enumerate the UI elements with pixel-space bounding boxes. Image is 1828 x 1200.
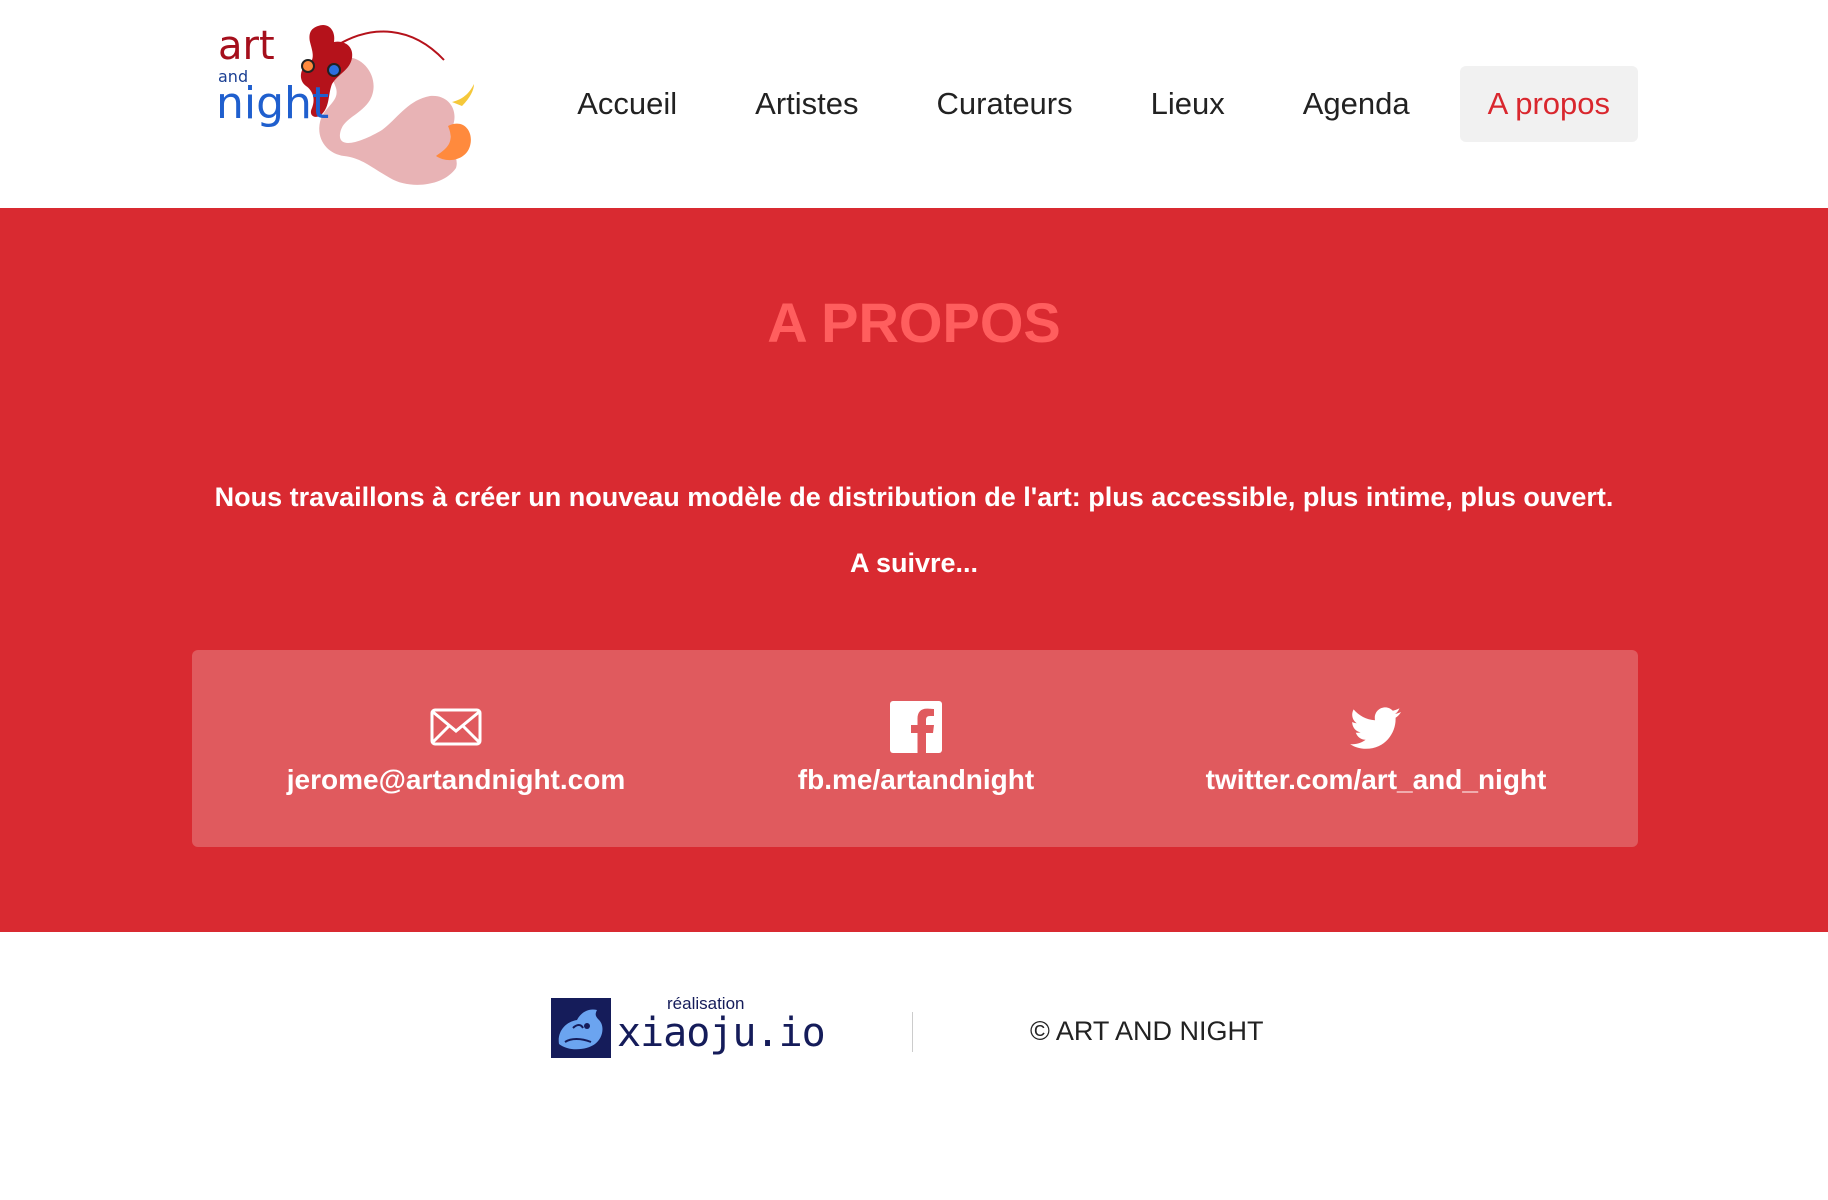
contact-facebook-link[interactable]: fb.me/artandnight bbox=[706, 700, 1126, 796]
contact-email-label: jerome@artandnight.com bbox=[286, 764, 626, 795]
logo-art-text: art bbox=[218, 23, 275, 69]
credit-xiaoju-link[interactable]: réalisation xiaoju.io bbox=[551, 994, 826, 1058]
contact-email-link[interactable]: jerome@artandnight.com bbox=[246, 700, 666, 796]
site-footer: réalisation xiaoju.io © ART AND NIGHT bbox=[0, 932, 1828, 1200]
site-header: art and night Accueil Artistes Curateurs… bbox=[0, 0, 1828, 208]
credit-name-text: xiaoju.io bbox=[617, 1010, 826, 1056]
facebook-icon bbox=[890, 701, 942, 754]
contact-facebook-label: fb.me/artandnight bbox=[797, 764, 1035, 795]
site-logo[interactable]: art and night bbox=[212, 18, 522, 188]
footer-divider bbox=[912, 1012, 913, 1052]
main-nav: Accueil Artistes Curateurs Lieux Agenda … bbox=[527, 66, 1638, 142]
nav-item-curateurs[interactable]: Curateurs bbox=[909, 66, 1101, 142]
xiaoju-mascot-icon bbox=[551, 998, 611, 1058]
contact-panel: jerome@artandnight.com fb.me/artandnight… bbox=[192, 650, 1638, 847]
logo-night-text: night bbox=[216, 78, 330, 129]
nav-item-agenda[interactable]: Agenda bbox=[1275, 66, 1438, 142]
nav-item-artistes[interactable]: Artistes bbox=[727, 66, 886, 142]
page-title: A PROPOS bbox=[767, 291, 1061, 354]
contact-twitter-link[interactable]: twitter.com/art_and_night bbox=[1166, 700, 1586, 796]
twitter-icon bbox=[1350, 707, 1401, 749]
copyright-text: © ART AND NIGHT bbox=[1030, 1016, 1264, 1046]
about-more-text: A suivre... bbox=[849, 548, 979, 578]
contact-twitter-label: twitter.com/art_and_night bbox=[1205, 764, 1547, 795]
about-description: Nous travaillons à créer un nouveau modè… bbox=[214, 482, 1614, 512]
envelope-icon bbox=[430, 708, 482, 746]
about-section: A PROPOS Nous travaillons à créer un nou… bbox=[0, 208, 1828, 932]
nav-item-a-propos[interactable]: A propos bbox=[1459, 66, 1638, 142]
nav-item-lieux[interactable]: Lieux bbox=[1123, 66, 1253, 142]
nav-item-accueil[interactable]: Accueil bbox=[549, 66, 705, 142]
